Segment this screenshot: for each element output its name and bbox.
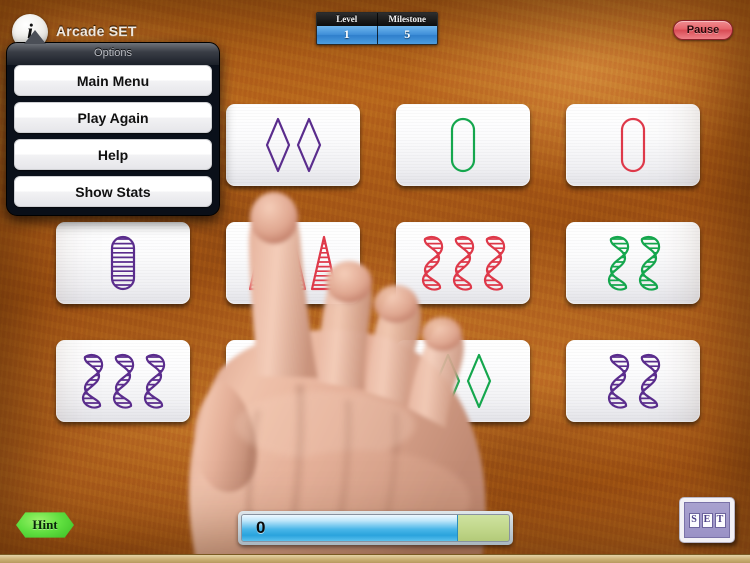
hint-button[interactable]: Hint	[16, 512, 74, 538]
set-card[interactable]	[396, 222, 530, 304]
options-panel-title: Options	[94, 47, 132, 59]
score-value: 0	[256, 518, 266, 537]
set-logo-letter: E	[701, 512, 713, 528]
card-symbol-squiggle	[638, 353, 660, 409]
set-card[interactable]	[396, 340, 530, 422]
set-logo-button[interactable]: SET	[679, 497, 735, 543]
card-symbol-oval	[450, 117, 476, 173]
card-symbol-diamond	[265, 117, 290, 173]
card-symbol-squiggle	[638, 235, 660, 291]
level-milestone-panel: Level Milestone 1 5	[316, 12, 438, 45]
set-logo-letter: S	[688, 512, 700, 528]
set-card[interactable]	[226, 222, 360, 304]
card-symbol-squiggle	[421, 235, 444, 291]
set-card[interactable]	[226, 340, 360, 422]
set-logo-letter: T	[714, 512, 726, 528]
card-symbol-diamond	[296, 117, 321, 173]
set-logo-inner: SET	[684, 502, 730, 538]
score-progress-bar: 0	[238, 511, 513, 545]
score-progress-fill	[242, 515, 459, 541]
card-symbol-squiggle	[607, 353, 629, 409]
card-symbol-triangle	[280, 235, 306, 291]
score-progress-track: 0	[241, 514, 510, 542]
set-card[interactable]	[566, 222, 700, 304]
card-symbol-squiggle	[483, 235, 506, 291]
card-symbol-triangle	[249, 235, 275, 291]
card-symbol-squiggle	[143, 353, 166, 409]
card-symbol-squiggle	[452, 235, 475, 291]
show-stats-button[interactable]: Show Stats	[14, 176, 212, 207]
stat-labels-row: Level Milestone	[317, 13, 437, 26]
main-menu-button[interactable]: Main Menu	[14, 65, 212, 96]
options-panel-tail	[24, 30, 46, 44]
set-card[interactable]	[566, 104, 700, 186]
set-card[interactable]	[56, 222, 190, 304]
card-symbol-squiggle	[607, 235, 629, 291]
level-value: 1	[343, 27, 350, 41]
card-symbol-oval	[620, 117, 646, 173]
pause-button[interactable]: Pause	[673, 20, 733, 40]
milestone-label: Milestone	[376, 13, 438, 26]
set-card[interactable]	[226, 104, 360, 186]
page-title: Arcade SET	[56, 23, 137, 39]
card-symbol-squiggle	[112, 353, 135, 409]
card-symbol-oval	[110, 235, 136, 291]
level-label: Level	[336, 14, 358, 24]
stat-values-row: 1 5	[317, 26, 437, 44]
card-symbol-diamond	[466, 353, 491, 409]
card-symbol-squiggle	[81, 353, 104, 409]
play-again-button[interactable]: Play Again	[14, 102, 212, 133]
set-card[interactable]	[396, 104, 530, 186]
options-panel: Options Main Menu Play Again Help Show Stat…	[6, 42, 220, 216]
set-card[interactable]	[56, 340, 190, 422]
card-symbol-triangle	[311, 235, 337, 291]
milestone-value: 5	[376, 26, 438, 44]
card-symbol-diamond	[435, 353, 460, 409]
set-card[interactable]	[566, 340, 700, 422]
options-button-list: Main Menu Play Again Help Show Stats	[14, 65, 212, 207]
help-button[interactable]: Help	[14, 139, 212, 170]
bottom-rail	[0, 554, 750, 563]
